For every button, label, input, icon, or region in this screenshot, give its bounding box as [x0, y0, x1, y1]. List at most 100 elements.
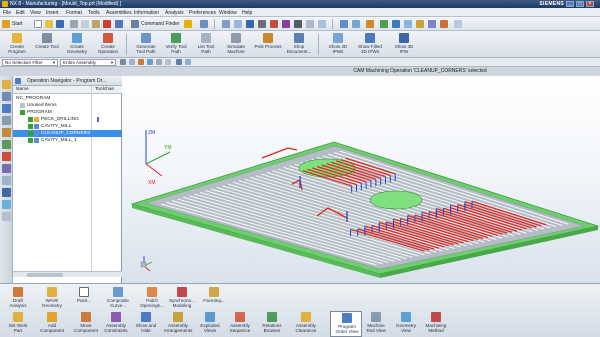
zoom-icon[interactable]	[234, 20, 242, 28]
assembly-clearance-button[interactable]: Assembly Clearance	[290, 311, 322, 337]
snap-center-icon[interactable]	[165, 59, 171, 65]
column-toolchange[interactable]: Toolchan	[95, 87, 114, 92]
section-icon[interactable]	[352, 20, 360, 28]
shaded-icon[interactable]	[258, 20, 266, 28]
simulate-machine-button[interactable]: Simulate Machine	[220, 32, 252, 57]
command-finder-icon[interactable]	[131, 20, 139, 28]
select-all-icon[interactable]	[129, 59, 135, 65]
measure-icon[interactable]	[366, 20, 374, 28]
sketch-icon[interactable]	[392, 20, 400, 28]
rotate-icon[interactable]	[246, 20, 254, 28]
menu-file[interactable]: File	[3, 10, 11, 16]
set-work-part-button[interactable]: Set Work Part	[2, 311, 34, 337]
feature-icon[interactable]	[380, 20, 388, 28]
create-operation-button[interactable]: Create Operation	[92, 32, 124, 57]
scope-dropdown[interactable]: Entire Assembly ▼	[60, 59, 116, 66]
menu-view[interactable]: View	[30, 10, 41, 16]
assembly-navigator-icon[interactable]	[2, 80, 11, 89]
menu-insert[interactable]: Insert	[46, 10, 59, 16]
menu-edit[interactable]: Edit	[16, 10, 25, 16]
maximize-button[interactable]: □	[576, 1, 584, 7]
post-process-button[interactable]: Post Process	[252, 32, 284, 57]
delete-icon[interactable]	[103, 20, 111, 28]
assembly-sequence-button[interactable]: Assembly Sequence	[224, 311, 256, 337]
tree-row-program[interactable]: PROGRAM	[13, 109, 122, 116]
paste-icon[interactable]	[92, 20, 100, 28]
composite-curve-button[interactable]: Composite Curve...	[102, 286, 134, 312]
menu-analysis[interactable]: Analysis	[165, 10, 184, 16]
selection-icon[interactable]	[184, 20, 192, 28]
layer-icon[interactable]	[306, 20, 314, 28]
part-navigator-icon[interactable]	[2, 92, 11, 101]
start-icon[interactable]	[2, 20, 10, 28]
scrollbar-thumb[interactable]	[27, 273, 63, 277]
assembly-arrangements-button[interactable]: Assembly Arrangements	[162, 311, 194, 337]
more-tools-icon[interactable]	[454, 20, 462, 28]
shop-document-button[interactable]: Shop Document...	[283, 32, 315, 57]
command-finder-button[interactable]: Command Finder	[141, 21, 180, 27]
column-name[interactable]: Name	[16, 87, 29, 92]
wave-geometry-button[interactable]: WAVE Geometry	[36, 286, 68, 312]
tree-row-unused-items[interactable]: Unused Items	[13, 102, 122, 109]
save-icon[interactable]	[56, 20, 64, 28]
curve-icon[interactable]	[404, 20, 412, 28]
minimize-button[interactable]: _	[566, 1, 574, 7]
menu-information[interactable]: Information	[134, 10, 159, 16]
tree-row-cavity-mill[interactable]: CAVITY_MILL	[13, 123, 122, 130]
synchronous-modeling-button[interactable]: Synchrono... Modeling	[166, 286, 198, 312]
edit-object-icon[interactable]	[440, 20, 448, 28]
show-and-hide-button[interactable]: Show and Hide	[130, 311, 162, 337]
snap-mid-icon[interactable]	[156, 59, 162, 65]
close-button[interactable]: ×	[586, 1, 594, 7]
orient-view-icon[interactable]	[294, 20, 302, 28]
create-tool-button[interactable]: Create Tool	[31, 32, 63, 57]
new-file-icon[interactable]	[34, 20, 42, 28]
filter-option-icon[interactable]	[120, 59, 126, 65]
open-folder-icon[interactable]	[45, 20, 53, 28]
render-style-icon[interactable]	[270, 20, 278, 28]
view-triad-icon[interactable]	[340, 20, 348, 28]
roles-icon[interactable]	[2, 200, 11, 209]
point-button[interactable]: Point...	[68, 286, 100, 312]
graphics-window[interactable]: ZM YM XM	[122, 76, 600, 283]
snap-icon[interactable]	[200, 20, 208, 28]
web-browser-icon[interactable]	[2, 152, 11, 161]
relations-browser-button[interactable]: Relations Browser	[256, 311, 288, 337]
menu-assemblies[interactable]: Assemblies	[106, 10, 132, 16]
list-tool-path-button[interactable]: List Tool Path	[190, 32, 222, 57]
menu-tools[interactable]: Tools	[88, 10, 100, 16]
history-icon[interactable]	[2, 164, 11, 173]
menu-preferences[interactable]: Preferences	[189, 10, 216, 16]
create-program-button[interactable]: Create Program	[1, 32, 33, 57]
show-filled-2d-ipw-button[interactable]: Show Filled 2D IPWs	[354, 32, 386, 57]
transform-icon[interactable]	[428, 20, 436, 28]
system-scenes-icon[interactable]	[2, 212, 11, 221]
start-button[interactable]: Start	[12, 21, 23, 27]
menu-window[interactable]: Window	[219, 10, 237, 16]
menu-help[interactable]: Help	[242, 10, 252, 16]
create-geometry-button[interactable]: Create Geometry	[61, 32, 93, 57]
add-component-button[interactable]: Add Component	[36, 311, 68, 337]
verify-tool-path-button[interactable]: Verify Tool Path	[160, 32, 192, 57]
draft-analysis-button[interactable]: Draft Analysis	[2, 286, 34, 312]
studio-icon[interactable]	[282, 20, 290, 28]
copy-icon[interactable]	[81, 20, 89, 28]
snap-quadrant-icon[interactable]	[185, 59, 191, 65]
hd3d-tools-icon[interactable]	[2, 140, 11, 149]
process-studio-icon[interactable]	[2, 188, 11, 197]
wcs-icon[interactable]	[318, 20, 326, 28]
system-materials-icon[interactable]	[2, 176, 11, 185]
snap-point-icon[interactable]	[138, 59, 144, 65]
show-2d-ipw-button[interactable]: Show 2D IPWs	[322, 32, 354, 57]
generate-tool-path-button[interactable]: Generate Tool Path	[130, 32, 162, 57]
machining-method-button[interactable]: Machining Method	[420, 311, 452, 337]
tree-row-nc-program[interactable]: NC_PROGRAM	[13, 95, 122, 102]
show-3d-ipw-button[interactable]: Show 3D IPW	[388, 32, 420, 57]
snap-end-icon[interactable]	[147, 59, 153, 65]
menu-format[interactable]: Format	[66, 10, 82, 16]
cut-icon[interactable]	[70, 20, 78, 28]
undo-icon[interactable]	[115, 20, 123, 28]
selection-filter-dropdown[interactable]: No Selection Filter ▼	[2, 59, 58, 66]
surface-icon[interactable]	[416, 20, 424, 28]
tree-row-cavity-mill-1[interactable]: CAVITY_MILL_1	[13, 137, 122, 144]
